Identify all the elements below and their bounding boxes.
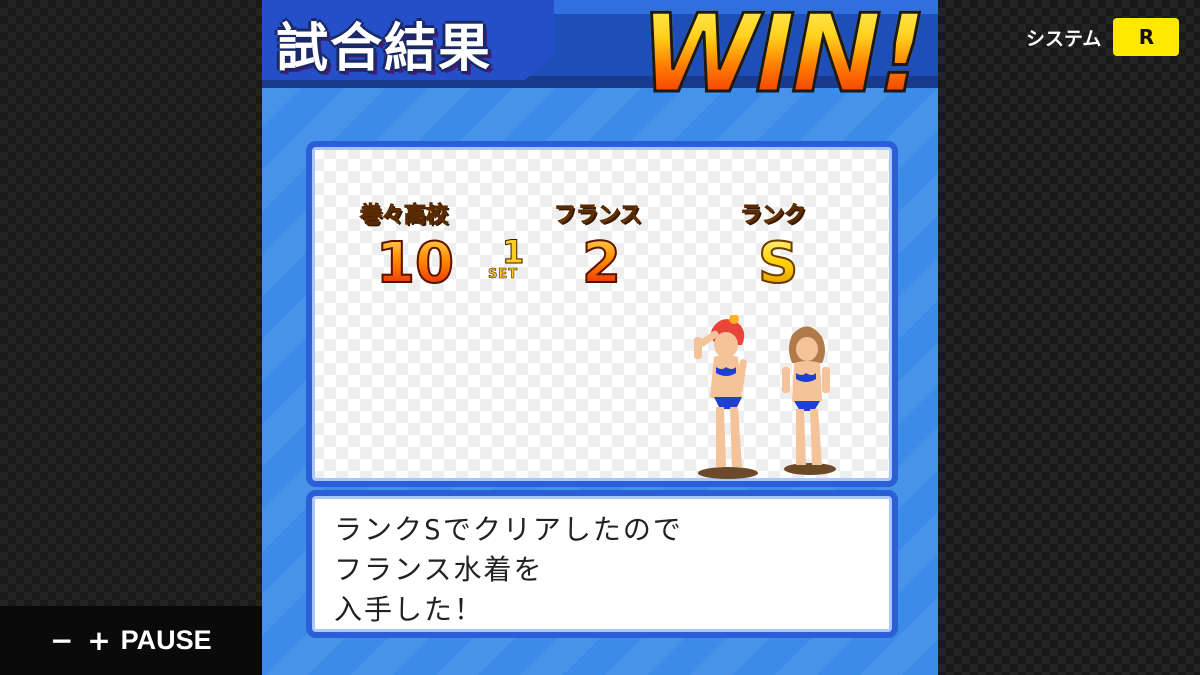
player2-sprite xyxy=(782,326,830,465)
players-sprite xyxy=(694,315,836,479)
message-line-1: ランクSでクリアしたので xyxy=(334,513,683,546)
system-menu[interactable]: システム R xyxy=(1026,18,1180,56)
rank-value: S xyxy=(757,230,799,297)
team2-name: フランス xyxy=(554,203,643,229)
message-line-2: フランス水着を xyxy=(334,553,544,586)
minus-plus-icon: − + xyxy=(50,624,113,657)
set-label: SET xyxy=(488,267,519,283)
left-pillarbox xyxy=(0,0,262,675)
pause-label: PAUSE xyxy=(120,625,212,655)
message-box: ランクSでクリアしたので フランス水着を 入手した！ xyxy=(306,490,898,638)
system-label: システム xyxy=(1026,27,1102,50)
right-pillarbox xyxy=(938,0,1200,675)
r-button[interactable]: R xyxy=(1113,18,1180,56)
game-screen: 試合結果 WIN! 巻々高校 10 1 SET フランス 2 ランク S ランク… xyxy=(262,0,938,675)
player1-sprite xyxy=(694,315,747,467)
result-panel: 巻々高校 10 1 SET フランス 2 ランク S xyxy=(306,141,898,487)
message-line-3: 入手した！ xyxy=(334,593,485,626)
pause-bar[interactable]: − + PAUSE xyxy=(0,606,262,675)
rank-label: ランク xyxy=(739,203,807,229)
team1-name: 巻々高校 xyxy=(359,203,449,229)
team2-score: 2 xyxy=(581,230,622,297)
player1-shadow xyxy=(698,467,758,479)
set-badge: 1 SET xyxy=(488,233,536,287)
player2-shadow xyxy=(784,463,836,475)
match-result-title: 試合結果 xyxy=(276,19,493,79)
win-banner: WIN! xyxy=(639,0,929,119)
set-number: 1 xyxy=(501,233,525,272)
team1-score: 10 xyxy=(375,230,455,297)
